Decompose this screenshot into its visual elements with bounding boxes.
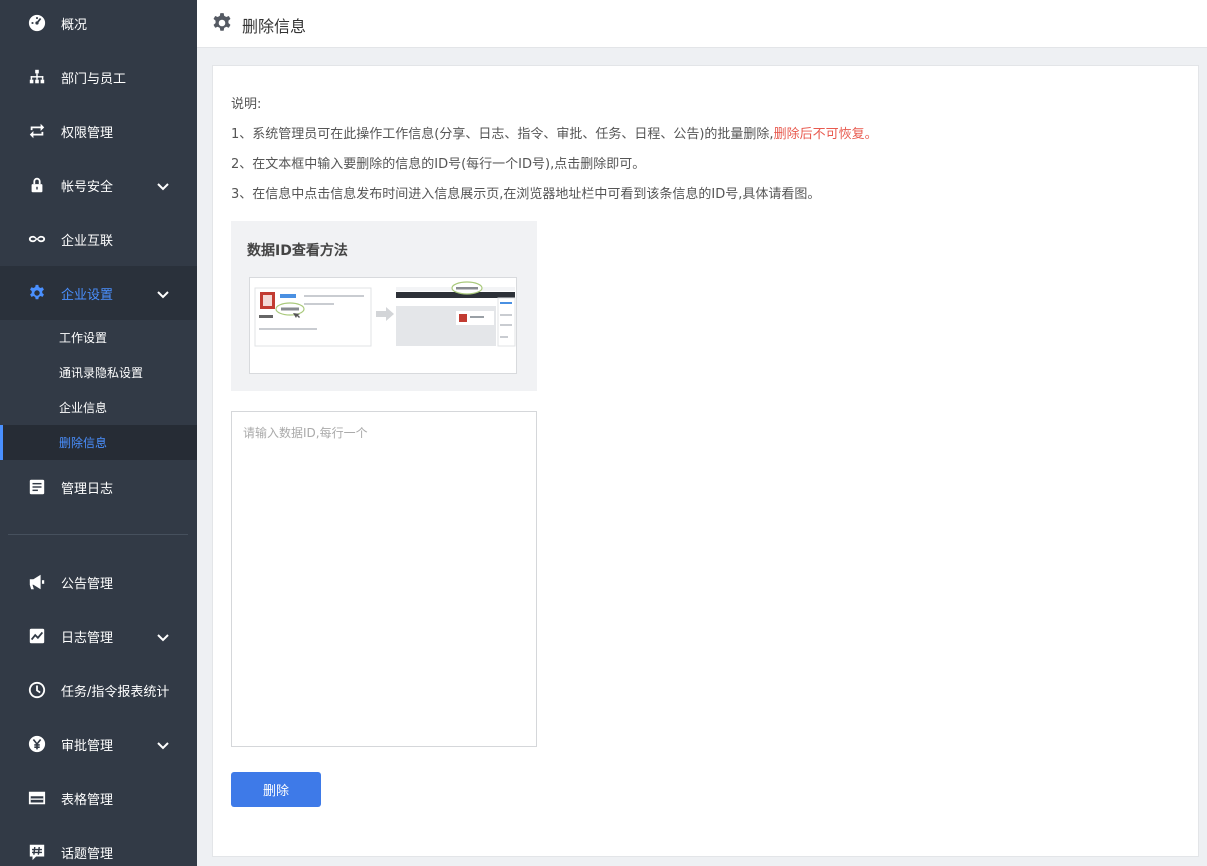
table-icon	[28, 789, 46, 807]
swap-icon	[28, 122, 46, 140]
sidebar-item-account-security[interactable]: 帐号安全	[0, 158, 197, 212]
sidebar-item-approval[interactable]: 审批管理	[0, 717, 197, 771]
sidebar-item-label: 企业设置	[61, 287, 114, 303]
infinity-icon	[28, 230, 46, 248]
sidebar-subitem-contacts-privacy[interactable]: 通讯录隐私设置	[0, 355, 197, 390]
howto-illustration	[249, 277, 517, 374]
instruction-line-2: 2、在文本框中输入要删除的信息的ID号(每行一个ID号),点击删除即可。	[231, 157, 646, 172]
sidebar-item-log-management[interactable]: 日志管理	[0, 609, 197, 663]
id-howto-box: 数据ID查看方法	[231, 221, 537, 391]
sidebar: 概况 部门与员工 权限管理 帐号安全 企业互联 企业设置 工作设置 通讯录隐私设…	[0, 0, 197, 866]
howto-title: 数据ID查看方法	[247, 243, 348, 259]
chevron-down-icon	[156, 629, 170, 643]
delete-button[interactable]: 删除	[231, 772, 321, 807]
sidebar-item-label: 企业互联	[61, 233, 114, 249]
warning-text: 删除后不可恢复。	[773, 127, 878, 142]
sidebar-item-admin-log[interactable]: 管理日志	[0, 460, 197, 514]
chevron-down-icon	[156, 178, 170, 192]
sidebar-item-label: 权限管理	[61, 125, 114, 141]
sidebar-item-label: 公告管理	[61, 576, 114, 592]
sidebar-item-permissions[interactable]: 权限管理	[0, 104, 197, 158]
clock-icon	[28, 681, 46, 699]
chart-icon	[28, 627, 46, 645]
sidebar-item-forms[interactable]: 表格管理	[0, 771, 197, 825]
sidebar-subitem-label: 工作设置	[59, 331, 108, 345]
sidebar-subitem-delete-info[interactable]: 删除信息	[0, 425, 197, 460]
sidebar-divider	[8, 534, 188, 535]
sidebar-item-label: 部门与员工	[61, 71, 127, 87]
sidebar-subitem-label: 通讯录隐私设置	[59, 366, 144, 380]
sidebar-item-departments[interactable]: 部门与员工	[0, 50, 197, 104]
page-header: 删除信息	[197, 0, 1207, 48]
page-title: 删除信息	[242, 17, 307, 36]
sidebar-subitem-label: 删除信息	[59, 436, 108, 450]
sidebar-subitem-work-settings[interactable]: 工作设置	[0, 320, 197, 355]
sidebar-item-overview[interactable]: 概况	[0, 0, 197, 50]
log-icon	[28, 478, 46, 496]
instructions-title: 说明:	[231, 97, 262, 112]
hashtag-icon	[28, 843, 46, 861]
howto-illustration-graphic	[254, 281, 516, 347]
sidebar-item-enterprise-connect[interactable]: 企业互联	[0, 212, 197, 266]
sidebar-item-enterprise-settings[interactable]: 企业设置	[0, 266, 197, 320]
instruction-line-1-text: 1、系统管理员可在此操作工作信息(分享、日志、指令、审批、任务、日程、公告)的批…	[231, 127, 774, 142]
sidebar-item-label: 帐号安全	[61, 179, 114, 195]
sidebar-item-task-report[interactable]: 任务/指令报表统计	[0, 663, 197, 717]
sidebar-item-label: 概况	[61, 17, 88, 33]
yen-icon	[28, 735, 46, 753]
sidebar-subitem-company-info[interactable]: 企业信息	[0, 390, 197, 425]
sidebar-item-announcements[interactable]: 公告管理	[0, 555, 197, 609]
sidebar-item-label: 表格管理	[61, 792, 114, 808]
sidebar-item-label: 审批管理	[61, 738, 114, 754]
sidebar-item-label: 日志管理	[61, 630, 114, 646]
sidebar-subitem-label: 企业信息	[59, 401, 108, 415]
chevron-down-icon	[156, 737, 170, 751]
org-chart-icon	[28, 68, 46, 86]
content-panel: 说明: 1、系统管理员可在此操作工作信息(分享、日志、指令、审批、任务、日程、公…	[212, 65, 1199, 857]
sidebar-item-label: 话题管理	[61, 846, 114, 862]
sidebar-item-topics[interactable]: 话题管理	[0, 825, 197, 866]
dashboard-icon	[28, 14, 46, 32]
sidebar-item-label: 管理日志	[61, 481, 114, 497]
sidebar-item-label: 任务/指令报表统计	[61, 684, 170, 700]
megaphone-icon	[28, 573, 46, 591]
gear-icon	[211, 12, 233, 34]
instruction-line-1: 1、系统管理员可在此操作工作信息(分享、日志、指令、审批、任务、日程、公告)的批…	[231, 123, 878, 142]
gear-icon	[28, 284, 46, 302]
data-id-input[interactable]	[231, 411, 537, 747]
chevron-down-icon	[156, 286, 170, 300]
instruction-line-3: 3、在信息中点击信息发布时间进入信息展示页,在浏览器地址栏中可看到该条信息的ID…	[231, 187, 821, 202]
lock-icon	[28, 176, 46, 194]
